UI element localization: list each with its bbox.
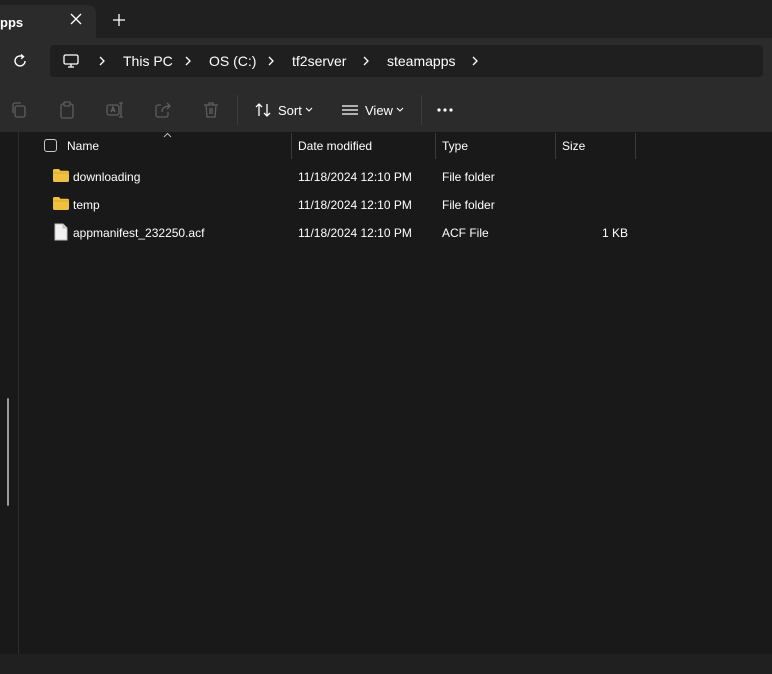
chevron-right-icon[interactable]	[360, 55, 372, 67]
file-date: 11/18/2024 12:10 PM	[298, 170, 412, 184]
file-name[interactable]: downloading	[73, 170, 140, 184]
navigation-pane-border	[18, 132, 19, 654]
chevron-down-icon[interactable]	[396, 107, 404, 113]
folder-icon	[53, 197, 69, 210]
column-header-type[interactable]: Type	[442, 139, 468, 153]
folder-icon	[53, 169, 69, 182]
toolbar-separator	[421, 95, 422, 125]
column-divider[interactable]	[435, 133, 436, 159]
file-date: 11/18/2024 12:10 PM	[298, 198, 412, 212]
more-options-icon[interactable]	[436, 106, 454, 114]
breadcrumb-this-pc[interactable]: This PC	[123, 53, 173, 69]
file-type: ACF File	[442, 226, 489, 240]
view-icon[interactable]	[340, 100, 360, 120]
chevron-right-icon[interactable]	[265, 55, 277, 67]
select-all-checkbox[interactable]	[44, 139, 57, 152]
file-size: 1 KB	[601, 226, 628, 240]
share-icon[interactable]	[153, 100, 173, 120]
sort-label[interactable]: Sort	[278, 103, 302, 118]
rename-icon[interactable]	[105, 100, 125, 120]
navigation-pane-scrollbar[interactable]	[7, 398, 9, 506]
chevron-right-icon[interactable]	[96, 55, 108, 67]
file-type: File folder	[442, 170, 495, 184]
toolbar-separator	[237, 95, 238, 125]
file-date: 11/18/2024 12:10 PM	[298, 226, 412, 240]
view-label[interactable]: View	[365, 103, 393, 118]
breadcrumb-os-c[interactable]: OS (C:)	[209, 53, 256, 69]
delete-icon[interactable]	[201, 100, 221, 120]
tab-title: pps	[0, 15, 24, 30]
column-header-date-modified[interactable]: Date modified	[298, 139, 372, 153]
column-divider[interactable]	[555, 133, 556, 159]
sort-ascending-icon	[163, 132, 172, 138]
column-header-name[interactable]: Name	[67, 139, 99, 153]
file-type: File folder	[442, 198, 495, 212]
breadcrumb-steamapps[interactable]: steamapps	[387, 53, 455, 69]
chevron-down-icon[interactable]	[305, 107, 313, 113]
column-divider[interactable]	[635, 133, 636, 159]
paste-icon[interactable]	[57, 100, 77, 120]
chevron-right-icon[interactable]	[182, 55, 194, 67]
new-tab-icon[interactable]	[111, 12, 127, 28]
chevron-right-icon[interactable]	[469, 55, 481, 67]
status-bar	[0, 654, 772, 674]
column-divider[interactable]	[291, 133, 292, 159]
close-icon[interactable]	[68, 11, 84, 27]
file-name[interactable]: appmanifest_232250.acf	[73, 226, 204, 240]
copy-icon[interactable]	[9, 100, 29, 120]
file-name[interactable]: temp	[73, 198, 100, 212]
file-icon	[54, 223, 68, 241]
refresh-icon[interactable]	[11, 52, 29, 70]
monitor-icon[interactable]	[62, 52, 80, 70]
column-header-size[interactable]: Size	[562, 139, 585, 153]
breadcrumb-tf2server[interactable]: tf2server	[292, 53, 346, 69]
sort-icon[interactable]	[253, 100, 273, 120]
